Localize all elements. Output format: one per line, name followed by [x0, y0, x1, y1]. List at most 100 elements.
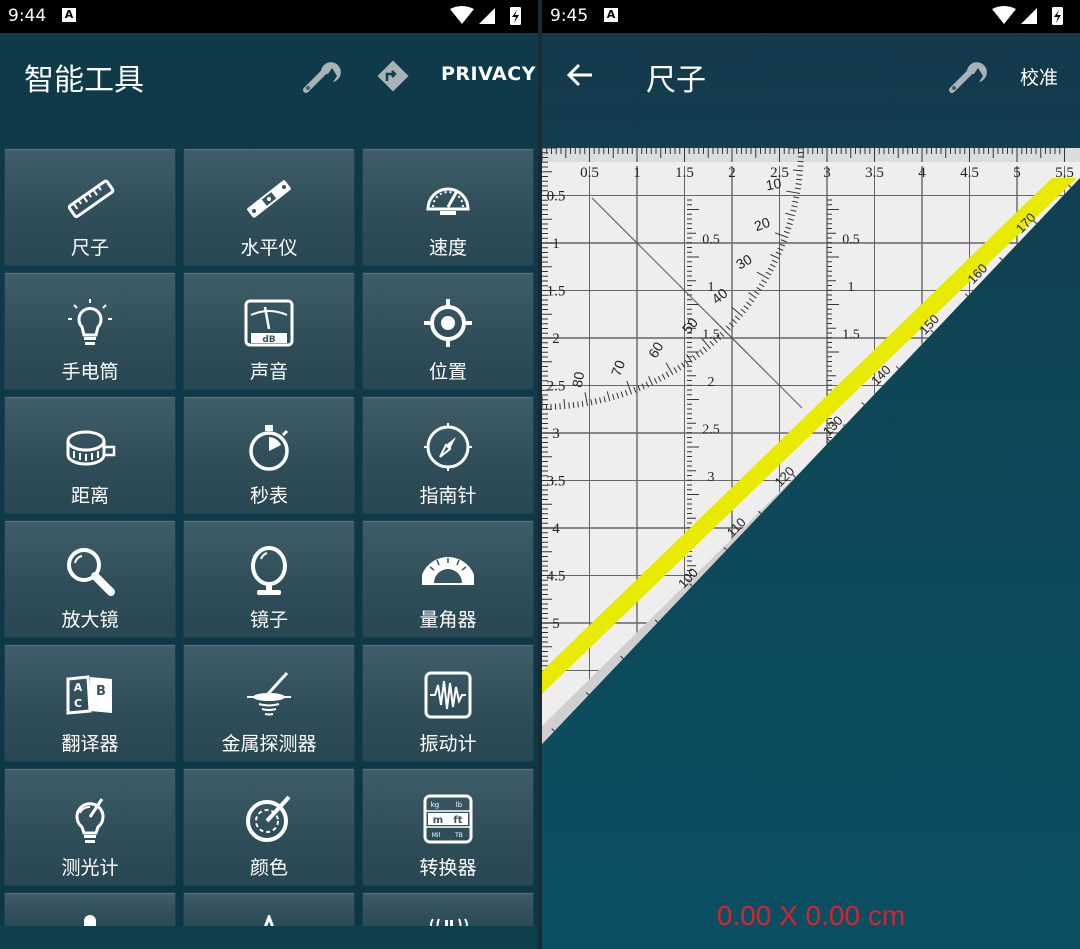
- hypotenuse-tick: [564, 727, 571, 733]
- hypotenuse-tick: [981, 288, 988, 295]
- hypotenuse-tick: [585, 705, 592, 711]
- hypotenuse-tick: [1071, 194, 1077, 200]
- tool-label: 测光计: [61, 857, 119, 879]
- top-scale-label: 3: [823, 165, 831, 181]
- inner-scale-label: 3: [848, 470, 855, 485]
- hypotenuse-tick: [847, 430, 853, 436]
- tool-label: 量角器: [419, 609, 477, 631]
- hypotenuse-tick: [943, 328, 950, 335]
- inner-scale-label: 1: [848, 280, 855, 295]
- status-time: 9:45: [550, 6, 589, 26]
- wrench-icon[interactable]: [300, 58, 344, 98]
- tool-label: 翻译器: [61, 733, 119, 755]
- tool-metal-detector[interactable]: 金属探测器: [183, 644, 355, 762]
- hypotenuse-tick: [561, 730, 568, 737]
- hypotenuse-tick: [909, 364, 915, 371]
- hypotenuse-tick: [905, 368, 912, 374]
- tool-label: 距离: [70, 485, 109, 507]
- hypotenuse-tick: [857, 419, 864, 425]
- magnifier-icon: [67, 548, 115, 596]
- hypotenuse-tick: [812, 459, 822, 469]
- hypotenuse-tick: [1064, 201, 1071, 208]
- hypotenuse-tick: [654, 632, 661, 639]
- top-scale-label: 1.5: [675, 165, 694, 181]
- status-icons: [992, 6, 1063, 25]
- tool-color[interactable]: 颜色: [183, 768, 355, 886]
- location-icon: [424, 299, 472, 347]
- left-scale-label: 2: [552, 331, 560, 347]
- tool-compass[interactable]: 指南针: [362, 396, 534, 514]
- hypotenuse-tick: [726, 556, 733, 563]
- tool-sound[interactable]: dB 声音: [183, 272, 355, 390]
- tool-magnifier[interactable]: 放大镜: [4, 520, 176, 638]
- hypotenuse-tick: [1009, 259, 1015, 266]
- tool-stopwatch[interactable]: 秒表: [183, 396, 355, 514]
- measurement-readout: 0.00 X 0.00 cm: [716, 900, 906, 931]
- privacy-diamond-icon[interactable]: [376, 59, 410, 93]
- set-square-ruler[interactable]: 0.5 1 1.5 2 2.5 3 3.5 4 4.5 5 5.50.511.522.533.544…: [542, 148, 1080, 748]
- converter-kg-label: kg: [431, 801, 440, 809]
- bottom-strip: [0, 926, 538, 949]
- privacy-button[interactable]: PRIVACY: [441, 63, 536, 85]
- hypotenuse-tick: [743, 531, 754, 541]
- calibrate-button[interactable]: 校准: [1020, 63, 1058, 90]
- translator-icon: A C B: [66, 675, 112, 715]
- wrench-icon[interactable]: [946, 58, 990, 98]
- tool-ruler[interactable]: 尺子: [4, 148, 176, 266]
- tool-speed[interactable]: 速度: [362, 148, 534, 266]
- app-bar: 尺子 校准: [542, 33, 1080, 123]
- page-title: 尺子: [646, 63, 706, 98]
- tool-vibration[interactable]: 振动计: [362, 644, 534, 762]
- app-title: 智能工具: [24, 63, 144, 98]
- hypotenuse-tick: [998, 270, 1005, 277]
- tool-flashlight[interactable]: 手电筒: [4, 272, 176, 390]
- hypotenuse-tick: [991, 277, 998, 284]
- tool-distance[interactable]: 距离: [4, 396, 176, 514]
- tool-light-meter[interactable]: 测光计: [4, 768, 176, 886]
- tool-translator[interactable]: A C B 翻译器: [4, 644, 176, 762]
- inner-scale-label: 2: [708, 375, 715, 390]
- hypotenuse-tick: [688, 596, 695, 603]
- left-scale-label: 3.5: [547, 474, 566, 490]
- hypotenuse-tick: [960, 310, 967, 316]
- hypotenuse-tick: [1067, 198, 1074, 204]
- ruler-screen: 9:45 A 尺子 校准 0.5 1 1.5 2 2.5 3 3.5 4 4.5 5 5.5 0.5 1…: [542, 0, 1080, 949]
- status-bar: 9:45 A: [542, 0, 1080, 33]
- hypotenuse-tick: [933, 339, 940, 345]
- tool-label: 放大镜: [61, 609, 119, 631]
- tool-protractor[interactable]: 量角器: [362, 520, 534, 638]
- top-scale-label: 0.5: [580, 165, 599, 181]
- hypotenuse-tick: [571, 719, 578, 726]
- tool-location[interactable]: 位置: [362, 272, 534, 390]
- hypotenuse-tick: [650, 636, 657, 643]
- hypotenuse-tick: [912, 361, 919, 367]
- hypotenuse-tick: [743, 538, 750, 545]
- tool-label: 位置: [428, 361, 467, 383]
- hypotenuse-tick: [633, 654, 640, 661]
- hypotenuse-tick: [785, 495, 791, 501]
- hypotenuse-tick: [750, 531, 757, 538]
- hypotenuse-tick: [550, 741, 557, 744]
- hypotenuse-tick: [681, 603, 688, 610]
- hypotenuse-tick: [950, 321, 957, 327]
- tool-mirror[interactable]: 镜子: [183, 520, 355, 638]
- hypotenuse-tick: [978, 292, 984, 298]
- hypotenuse-tick: [1029, 237, 1036, 244]
- status-icons: [450, 6, 521, 25]
- hypotenuse-tick: [692, 593, 698, 599]
- mirror-icon: [251, 546, 287, 595]
- hypotenuse-tick: [623, 665, 630, 672]
- hypotenuse-tick: [685, 600, 692, 606]
- hypotenuse-tick: [861, 402, 874, 414]
- hypotenuse-tick: [709, 574, 716, 581]
- hypotenuse-tick: [1068, 184, 1080, 197]
- hypotenuse-tick: [895, 365, 909, 378]
- hypotenuse-tick: [802, 477, 809, 483]
- tool-label: 水平仪: [240, 237, 298, 259]
- back-arrow-icon[interactable]: [566, 61, 594, 89]
- top-scale-label: 4: [918, 165, 926, 181]
- tool-converter[interactable]: kg lb m ft Mil TB 转换器: [362, 768, 534, 886]
- hypotenuse-tick: [1019, 241, 1029, 251]
- tool-level[interactable]: 水平仪: [183, 148, 355, 266]
- arc-label: 10: [764, 175, 782, 193]
